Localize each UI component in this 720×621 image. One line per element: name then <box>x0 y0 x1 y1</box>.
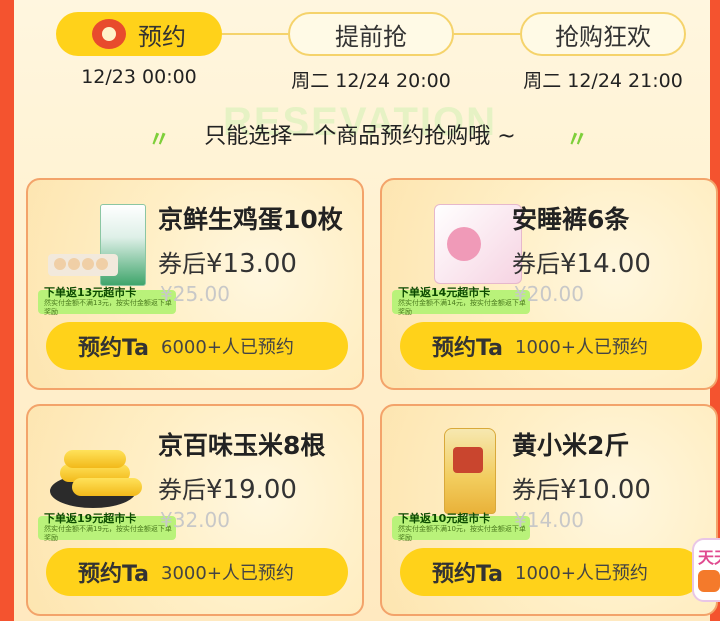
promo-icon <box>698 570 720 592</box>
corn-icon <box>64 450 126 468</box>
reserve-count: 6000+人已预约 <box>161 337 294 358</box>
reservation-steps: 预约 提前抢 抢购狂欢 12/23 00:00 周二 12/24 20:00 周… <box>0 0 720 100</box>
rebate-badge: 下单返13元超市卡 然实付金额不满13元，按实付金额返下单奖励 <box>38 287 176 316</box>
product-name: 黄小米2斤 <box>512 431 630 460</box>
original-price: ¥25.00 <box>160 282 230 306</box>
step-early-grab-tab[interactable]: 提前抢 <box>288 12 454 56</box>
reserve-count: 3000+人已预约 <box>161 563 294 584</box>
price: 券后¥13.00 <box>158 249 297 279</box>
step-date: 周二 12/24 20:00 <box>291 70 451 92</box>
step-reserve-tab[interactable]: 预约 <box>56 12 222 56</box>
product-card[interactable]: 下单返14元超市卡 然实付金额不满14元，按实付金额返下单奖励 安睡裤6条 券后… <box>380 178 718 390</box>
original-price: ¥14.00 <box>514 508 584 532</box>
reserve-button[interactable]: 预约Ta 1000+人已预约 <box>400 548 702 596</box>
product-card[interactable]: 下单返10元超市卡 然实付金额不满10元，按实付金额返下单奖励 黄小米2斤 券后… <box>380 404 718 616</box>
product-name: 京鲜生鸡蛋10枚 <box>158 205 343 234</box>
product-name: 安睡裤6条 <box>512 205 630 234</box>
product-name: 京百味玉米8根 <box>158 431 326 460</box>
millet-bag-icon <box>444 428 496 514</box>
sparkle-icon: 〃 <box>566 128 589 153</box>
section-subtitle: 只能选择一个商品预约抢购哦 ~ <box>204 124 516 149</box>
rebate-badge: 下单返10元超市卡 然实付金额不满10元，按实付金额返下单奖励 <box>392 513 530 542</box>
rebate-badge: 下单返19元超市卡 然实付金额不满19元，按实付金额返下单奖励 <box>38 513 176 542</box>
rebate-badge: 下单返14元超市卡 然实付金额不满14元，按实付金额返下单奖励 <box>392 287 530 316</box>
product-card[interactable]: 下单返19元超市卡 然实付金额不满19元，按实付金额返下单奖励 京百味玉米8根 … <box>26 404 364 616</box>
step-carnival-tab[interactable]: 抢购狂欢 <box>520 12 686 56</box>
mascot-icon <box>92 19 126 49</box>
reserve-button[interactable]: 预约Ta 6000+人已预约 <box>46 322 348 370</box>
step-date: 周二 12/24 21:00 <box>523 70 683 92</box>
price: 券后¥14.00 <box>512 249 651 279</box>
step-label: 预约 <box>138 22 186 51</box>
step-connector <box>222 33 288 35</box>
floating-promo-tag[interactable]: 天天 <box>692 538 720 602</box>
step-label: 抢购狂欢 <box>555 22 651 51</box>
reserve-button[interactable]: 预约Ta 3000+人已预约 <box>46 548 348 596</box>
step-date: 12/23 00:00 <box>81 66 197 88</box>
pants-pack-icon <box>434 204 522 284</box>
price: 券后¥10.00 <box>512 475 651 505</box>
corn-icon <box>72 478 142 496</box>
reserve-button[interactable]: 预约Ta 1000+人已预约 <box>400 322 702 370</box>
original-price: ¥32.00 <box>160 508 230 532</box>
product-card[interactable]: 下单返13元超市卡 然实付金额不满13元，按实付金额返下单奖励 京鲜生鸡蛋10枚… <box>26 178 364 390</box>
reserve-count: 1000+人已预约 <box>515 563 648 584</box>
price: 券后¥19.00 <box>158 475 297 505</box>
step-label: 提前抢 <box>335 22 407 51</box>
original-price: ¥20.00 <box>514 282 584 306</box>
egg-tray-icon <box>48 254 118 276</box>
reserve-count: 1000+人已预约 <box>515 337 648 358</box>
step-connector <box>454 33 520 35</box>
